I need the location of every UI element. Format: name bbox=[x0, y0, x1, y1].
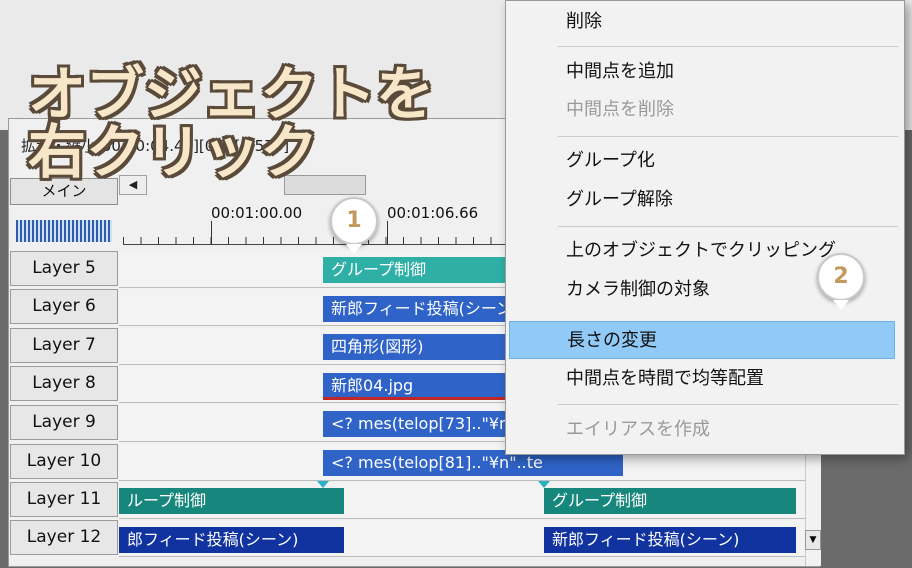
step-badge-2: 2 bbox=[817, 253, 865, 301]
level-meter bbox=[16, 220, 112, 242]
menu-separator bbox=[558, 136, 898, 137]
menu-item-distribute-midpoints[interactable]: 中間点を時間で均等配置 bbox=[506, 360, 904, 398]
layer-label: Layer 10 bbox=[26, 451, 102, 471]
overlay-title-line1: オブジェクトを bbox=[28, 60, 435, 128]
menu-item-create-alias[interactable]: エイリアスを作成 bbox=[506, 411, 904, 449]
keyframe-marker-icon bbox=[317, 481, 329, 488]
layer-button-7[interactable]: Layer 7 bbox=[10, 328, 118, 363]
scroll-down-arrow-icon[interactable]: ▼ bbox=[805, 530, 821, 550]
menu-item-add-midpoint[interactable]: 中間点を追加 bbox=[506, 53, 904, 91]
keyframe-marker-icon bbox=[538, 481, 550, 488]
layer-label: Layer 12 bbox=[26, 527, 102, 547]
layer-button-12[interactable]: Layer 12 bbox=[10, 520, 118, 555]
badge-pointer-icon bbox=[346, 244, 362, 254]
layer-button-11[interactable]: Layer 11 bbox=[10, 482, 118, 517]
menu-separator bbox=[558, 404, 898, 405]
layer-label: Layer 6 bbox=[32, 296, 96, 316]
layer-button-5[interactable]: Layer 5 bbox=[10, 251, 118, 286]
menu-item-change-length[interactable]: 長さの変更 bbox=[509, 321, 895, 359]
context-menu: 削除 中間点を追加 中間点を削除 グループ化 グループ解除 上のオブジェクトでク… bbox=[505, 0, 905, 455]
menu-separator bbox=[558, 226, 898, 227]
ruler-major-tick bbox=[387, 221, 388, 245]
layer-button-8[interactable]: Layer 8 bbox=[10, 366, 118, 401]
layer-label: Layer 5 bbox=[32, 258, 96, 278]
layer-label: Layer 11 bbox=[26, 489, 102, 509]
layer-label: Layer 8 bbox=[32, 373, 96, 393]
clip-groom-feed-right[interactable]: 新郎フィード投稿(シーン) bbox=[544, 527, 796, 553]
step-badge-1: 1 bbox=[330, 197, 378, 245]
clip-group-control-left[interactable]: ループ制御 bbox=[119, 488, 344, 514]
layer-sidebar: メイン Layer 5 Layer 6 Layer 7 Layer 8 Laye… bbox=[9, 119, 119, 568]
menu-item-ungroup[interactable]: グループ解除 bbox=[506, 181, 904, 219]
menu-item-group[interactable]: グループ化 bbox=[506, 142, 904, 180]
time-label: 00:01:06.66 bbox=[387, 204, 479, 222]
layer-button-10[interactable]: Layer 10 bbox=[10, 444, 118, 479]
layer-label: Layer 7 bbox=[32, 335, 96, 355]
time-label: 00:01:00.00 bbox=[211, 204, 303, 222]
layer-button-6[interactable]: Layer 6 bbox=[10, 289, 118, 324]
badge-pointer-icon bbox=[833, 300, 849, 310]
clip-group-control-right[interactable]: グループ制御 bbox=[544, 488, 796, 514]
clip-groom-feed-left[interactable]: 郎フィード投稿(シーン) bbox=[119, 527, 344, 553]
menu-item-delete[interactable]: 削除 bbox=[506, 3, 904, 41]
ruler-major-tick bbox=[211, 221, 212, 245]
menu-separator bbox=[558, 46, 898, 47]
layer-label: Layer 9 bbox=[32, 412, 96, 432]
overlay-title-line2: 右クリック bbox=[28, 118, 319, 186]
layer-button-9[interactable]: Layer 9 bbox=[10, 405, 118, 440]
menu-item-delete-midpoint[interactable]: 中間点を削除 bbox=[506, 91, 904, 129]
